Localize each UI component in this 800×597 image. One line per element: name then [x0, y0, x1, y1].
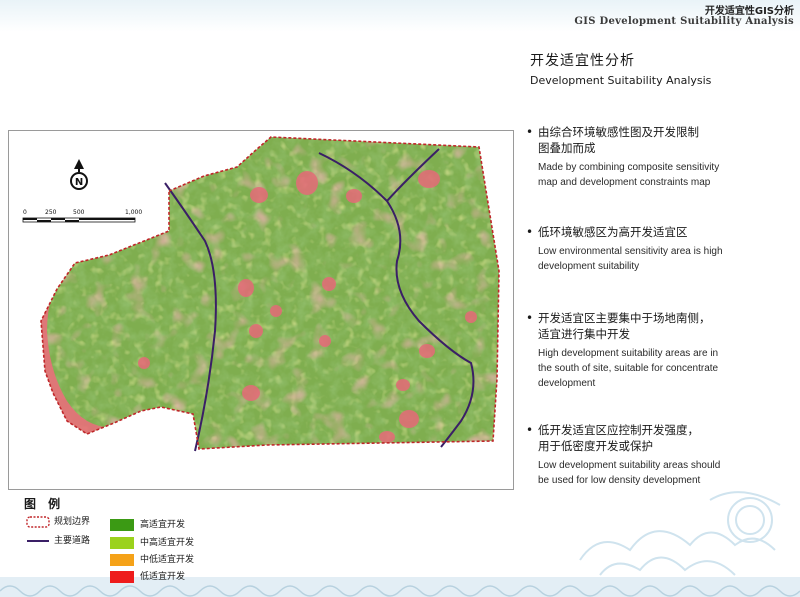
legend-swatch: [110, 571, 134, 583]
legend-class-label: 高适宜开发: [140, 520, 186, 530]
scale-label: 1,000: [125, 209, 142, 216]
legend-title: 图 例: [24, 497, 65, 511]
scale-label: 500: [73, 209, 85, 216]
page-title-en: Development Suitability Analysis: [530, 74, 712, 87]
page-title-cn: 开发适宜性分析: [530, 53, 635, 69]
bullet-text-en: Made by combining composite sensitivity …: [524, 160, 792, 190]
legend-swatch: [110, 554, 134, 566]
bullet-en-line: development: [538, 378, 596, 389]
north-arrow-icon: N: [70, 159, 88, 190]
bullet-item: 低开发适宜区应控制开发强度， 用于低密度开发或保护 Low developmen…: [524, 422, 792, 488]
bullet-text-cn: 开发适宜区主要集中于场地南侧， 适宜进行集中开发: [524, 310, 792, 342]
bullet-text-en: Low development suitability areas should…: [524, 458, 792, 488]
bullet-en-line: map and development constraints map: [538, 177, 711, 188]
legend-road-label: 主要道路: [54, 536, 91, 546]
bullet-item: 低环境敏感区为高开发适宜区 Low environmental sensitiv…: [524, 224, 792, 274]
bullet-en-line: High development suitability areas are i…: [538, 348, 719, 359]
bullet-item: 由综合环境敏感性图及开发限制 图叠加而成 Made by combining c…: [524, 124, 792, 190]
legend-swatch: [110, 537, 134, 549]
header-title-cn: 开发适宜性GIS分析: [704, 6, 794, 17]
legend-swatch: [110, 519, 134, 531]
suitability-map: N 0 250 500 1,000: [8, 130, 514, 490]
bullet-text-en: Low environmental sensitivity area is hi…: [524, 244, 792, 274]
header-bar: 开发适宜性GIS分析 GIS Development Suitability A…: [0, 0, 800, 32]
bullet-cn-line: 用于低密度开发或保护: [538, 439, 653, 453]
bullet-text-cn: 由综合环境敏感性图及开发限制 图叠加而成: [524, 124, 792, 156]
bullet-en-line: Low development suitability areas should: [538, 460, 721, 471]
bullet-cn-line: 图叠加而成: [538, 141, 596, 155]
bullet-cn-line: 低开发适宜区应控制开发强度，: [538, 423, 699, 437]
north-label: N: [75, 177, 83, 188]
suitability-map-canvas: N 0 250 500 1,000: [22, 136, 500, 452]
road-symbol-icon: [27, 540, 49, 542]
legend-class-label: 中低适宜开发: [140, 555, 195, 565]
bullet-text-en: High development suitability areas are i…: [524, 346, 792, 391]
bullet-en-line: the south of site, suitable for concentr…: [538, 363, 719, 374]
bullet-text-cn: 低环境敏感区为高开发适宜区: [524, 224, 792, 240]
bullet-en-line: development suitability: [538, 261, 640, 272]
scale-label: 250: [45, 209, 57, 216]
bullet-en-line: Low environmental sensitivity area is hi…: [538, 246, 723, 257]
legend-class-label: 低适宜开发: [140, 572, 186, 582]
legend-boundary-label: 规划边界: [54, 517, 91, 527]
scale-label: 0: [23, 209, 27, 216]
bullet-cn-line: 适宜进行集中开发: [538, 327, 630, 341]
boundary-symbol-icon: [26, 516, 50, 528]
bullet-item: 开发适宜区主要集中于场地南侧， 适宜进行集中开发 High developmen…: [524, 310, 792, 391]
scale-bar: 0 250 500 1,000: [22, 209, 142, 223]
bullet-cn-line: 开发适宜区主要集中于场地南侧，: [538, 311, 711, 325]
bullet-cn-line: 由综合环境敏感性图及开发限制: [538, 125, 699, 139]
header-title-en: GIS Development Suitability Analysis: [574, 16, 794, 27]
legend-class-label: 中高适宜开发: [140, 538, 195, 548]
bullet-en-line: be used for low density development: [538, 475, 701, 486]
bullet-en-line: Made by combining composite sensitivity: [538, 162, 720, 173]
bullet-cn-line: 低环境敏感区为高开发适宜区: [538, 225, 688, 239]
bullet-text-cn: 低开发适宜区应控制开发强度， 用于低密度开发或保护: [524, 422, 792, 454]
